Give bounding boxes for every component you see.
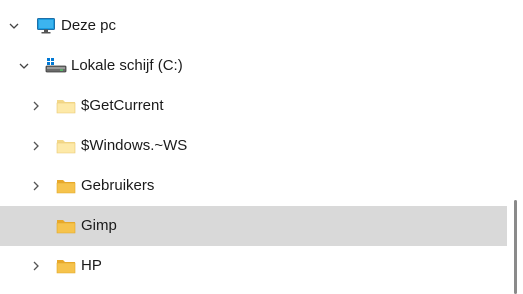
scrollbar-thumb[interactable] (514, 200, 517, 294)
chevron-right-icon[interactable] (28, 178, 44, 194)
tree-item-deze-pc[interactable]: Deze pc (0, 6, 507, 46)
tree-item-label: $GetCurrent (81, 97, 164, 114)
chevron-down-icon[interactable] (6, 18, 22, 34)
navigation-tree: Deze pc Lokale schijf (C:) $GetCurrent $… (0, 0, 507, 294)
folder-icon (56, 257, 76, 275)
folder-icon (56, 137, 76, 155)
chevron-down-icon[interactable] (16, 58, 32, 74)
chevron-right-icon[interactable] (28, 138, 44, 154)
tree-item-getcurrent[interactable]: $GetCurrent (0, 86, 507, 126)
chevron-right-icon[interactable] (28, 258, 44, 274)
tree-item-gimp[interactable]: Gimp (0, 206, 507, 246)
drive-icon (45, 56, 67, 76)
tree-item-label: Gebruikers (81, 177, 155, 194)
folder-icon (56, 177, 76, 195)
tree-item-windows-ws[interactable]: $Windows.~WS (0, 126, 507, 166)
monitor-icon (36, 16, 56, 36)
chevron-right-icon[interactable] (28, 98, 44, 114)
tree-item-local-disk[interactable]: Lokale schijf (C:) (0, 46, 507, 86)
tree-item-label: Deze pc (61, 17, 117, 34)
tree-item-label: HP (81, 257, 102, 274)
tree-item-label: Lokale schijf (C:) (71, 57, 183, 74)
tree-item-label: Gimp (81, 217, 117, 234)
tree-item-gebruikers[interactable]: Gebruikers (0, 166, 507, 206)
tree-item-hp[interactable]: HP (0, 246, 507, 286)
folder-icon (56, 97, 76, 115)
tree-item-label: $Windows.~WS (81, 137, 188, 154)
folder-icon (56, 217, 76, 235)
